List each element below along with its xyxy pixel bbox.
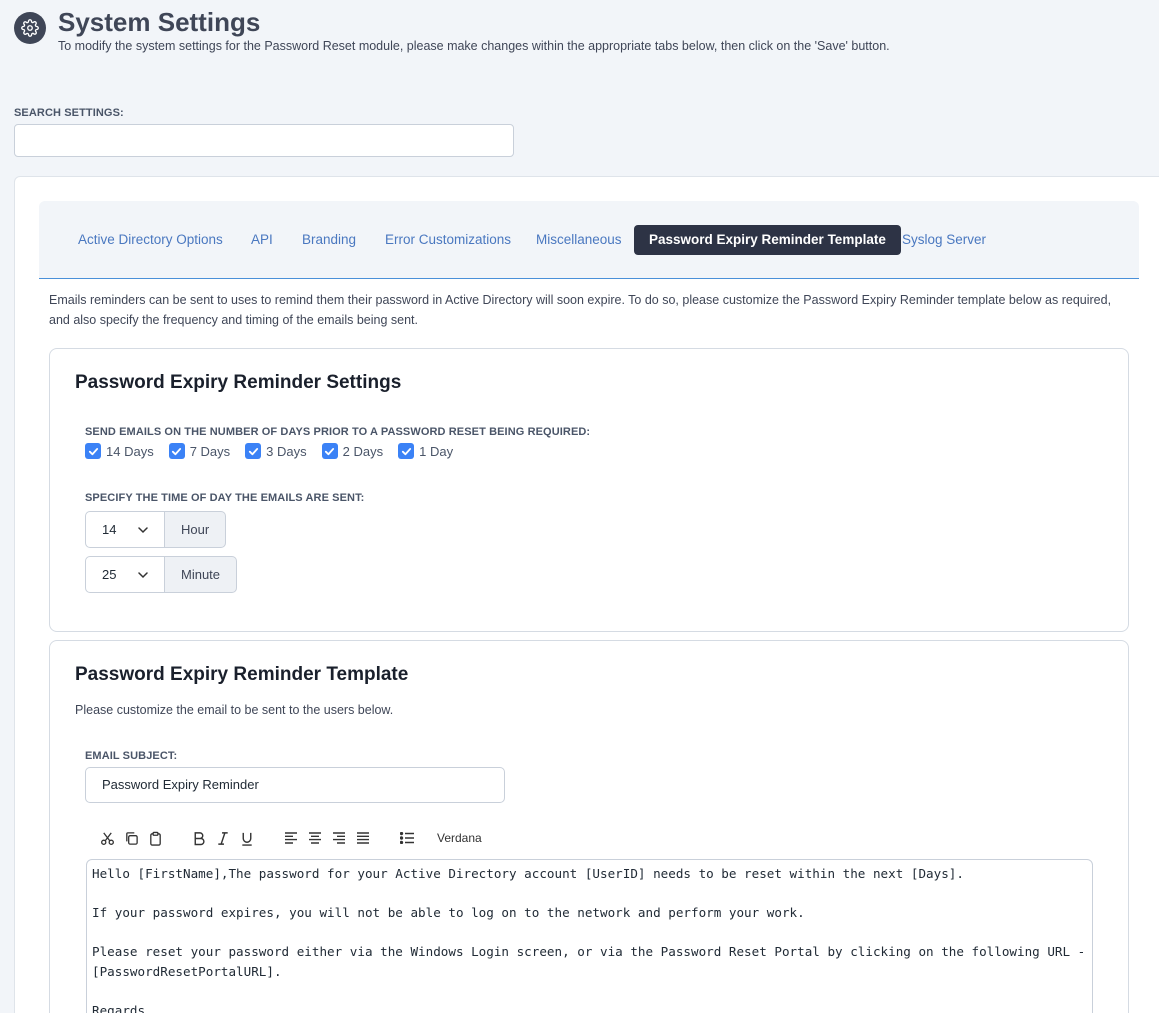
page-subtitle: To modify the system settings for the Pa… xyxy=(58,39,890,53)
email-body-line: If your password expires, you will not b… xyxy=(92,905,805,920)
email-subject-input[interactable]: Password Expiry Reminder xyxy=(85,767,505,803)
checkbox-checked-icon[interactable] xyxy=(85,443,101,459)
checkbox-label: 1 Day xyxy=(419,443,454,459)
template-description: Please customize the email to be sent to… xyxy=(75,703,394,717)
align-left-icon[interactable] xyxy=(279,828,303,848)
checkbox-label: 3 Days xyxy=(266,443,307,459)
days-checkbox-group: 14 Days 7 Days 3 Days 2 Days 1 Day xyxy=(85,443,468,459)
search-settings-label: SEARCH SETTINGS: xyxy=(14,107,124,119)
page-title: System Settings xyxy=(58,7,261,37)
hour-select-group: 14 Hour xyxy=(85,511,227,548)
checkbox-label: 7 Days xyxy=(189,443,231,459)
checkbox-1-day[interactable]: 1 Day xyxy=(398,443,453,459)
reminder-settings-title: Password Expiry Reminder Settings xyxy=(75,372,402,393)
tab-error-customizations[interactable]: Error Customizations xyxy=(370,225,526,255)
underline-icon[interactable] xyxy=(235,828,259,848)
editor-toolbar: Verdana xyxy=(95,828,482,848)
time-of-day-label: SPECIFY THE TIME OF DAY THE EMAILS ARE S… xyxy=(85,492,365,504)
italic-icon[interactable] xyxy=(211,828,235,848)
tab-syslog-server[interactable]: Syslog Server xyxy=(887,225,1001,255)
tab-miscellaneous[interactable]: Miscellaneous xyxy=(521,225,637,255)
email-body-line: Please reset your password either via th… xyxy=(92,944,1086,959)
checkbox-checked-icon[interactable] xyxy=(168,443,185,459)
bullet-list-icon[interactable] xyxy=(395,828,419,848)
minute-select-value: 25 xyxy=(102,567,117,582)
reminder-template-title: Password Expiry Reminder Template xyxy=(75,664,409,685)
tab-description: Emails reminders can be sent to uses to … xyxy=(49,293,1112,327)
minute-select-group: 25 Minute xyxy=(85,556,238,593)
tab-password-expiry-reminder-template[interactable]: Password Expiry Reminder Template xyxy=(634,225,901,255)
align-justify-icon[interactable] xyxy=(351,828,375,848)
tab-active-directory-options[interactable]: Active Directory Options xyxy=(63,225,238,255)
bold-icon[interactable] xyxy=(187,828,211,848)
paste-icon[interactable] xyxy=(143,828,167,848)
email-body-editor[interactable]: Hello [FirstName],The password for your … xyxy=(86,859,1093,1013)
email-body-line: Regards xyxy=(92,1002,146,1013)
tab-branding[interactable]: Branding xyxy=(287,225,371,255)
email-subject-label: EMAIL SUBJECT: xyxy=(85,750,178,762)
checkbox-checked-icon[interactable] xyxy=(321,443,338,459)
hour-addon: Hour xyxy=(165,511,227,548)
font-family-select[interactable]: Verdana xyxy=(437,831,482,845)
settings-tabs: Active Directory Options API Branding Er… xyxy=(39,201,1139,279)
minute-select[interactable]: 25 xyxy=(85,556,165,593)
checkbox-checked-icon[interactable] xyxy=(398,443,415,459)
days-prior-label: SEND EMAILS ON THE NUMBER OF DAYS PRIOR … xyxy=(85,426,591,438)
checkbox-7-days[interactable]: 7 Days xyxy=(168,443,231,459)
checkbox-14-days[interactable]: 14 Days xyxy=(85,443,154,459)
hour-select-value: 14 xyxy=(102,522,117,537)
reminder-template-card: Password Expiry Reminder Template Please… xyxy=(49,640,1129,1013)
align-center-icon[interactable] xyxy=(303,828,327,848)
email-body-line: [PasswordResetPortalURL]. xyxy=(92,963,282,979)
chevron-down-icon xyxy=(138,572,148,579)
settings-header-icon xyxy=(14,12,46,44)
checkbox-label: 2 Days xyxy=(342,443,384,459)
search-settings-input[interactable] xyxy=(14,124,514,157)
align-right-icon[interactable] xyxy=(327,828,351,848)
cut-icon[interactable] xyxy=(95,828,119,848)
checkbox-3-days[interactable]: 3 Days xyxy=(245,443,307,459)
gear-icon xyxy=(21,19,39,37)
tab-api[interactable]: API xyxy=(236,225,288,255)
copy-icon[interactable] xyxy=(119,828,143,848)
chevron-down-icon xyxy=(138,527,148,534)
checkbox-label: 14 Days xyxy=(106,443,154,459)
reminder-settings-card: Password Expiry Reminder Settings SEND E… xyxy=(49,348,1129,632)
checkbox-checked-icon[interactable] xyxy=(245,443,262,459)
email-body-line: Hello [FirstName],The password for your … xyxy=(92,866,964,881)
checkbox-2-days[interactable]: 2 Days xyxy=(321,443,384,459)
hour-select[interactable]: 14 xyxy=(85,511,165,548)
minute-addon: Minute xyxy=(165,556,238,593)
